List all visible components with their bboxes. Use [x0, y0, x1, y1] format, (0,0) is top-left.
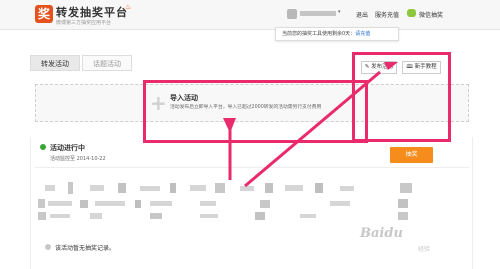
annotation-arrows — [223, 62, 398, 188]
arrow-line — [244, 70, 381, 188]
info-icon — [45, 244, 51, 250]
watermark-brand: Baidu — [360, 226, 403, 241]
no-record-text: 该活动暂无抽奖记录。 — [55, 245, 116, 252]
watermark-sub: 经验 — [418, 246, 431, 253]
arrow-head — [384, 62, 398, 70]
